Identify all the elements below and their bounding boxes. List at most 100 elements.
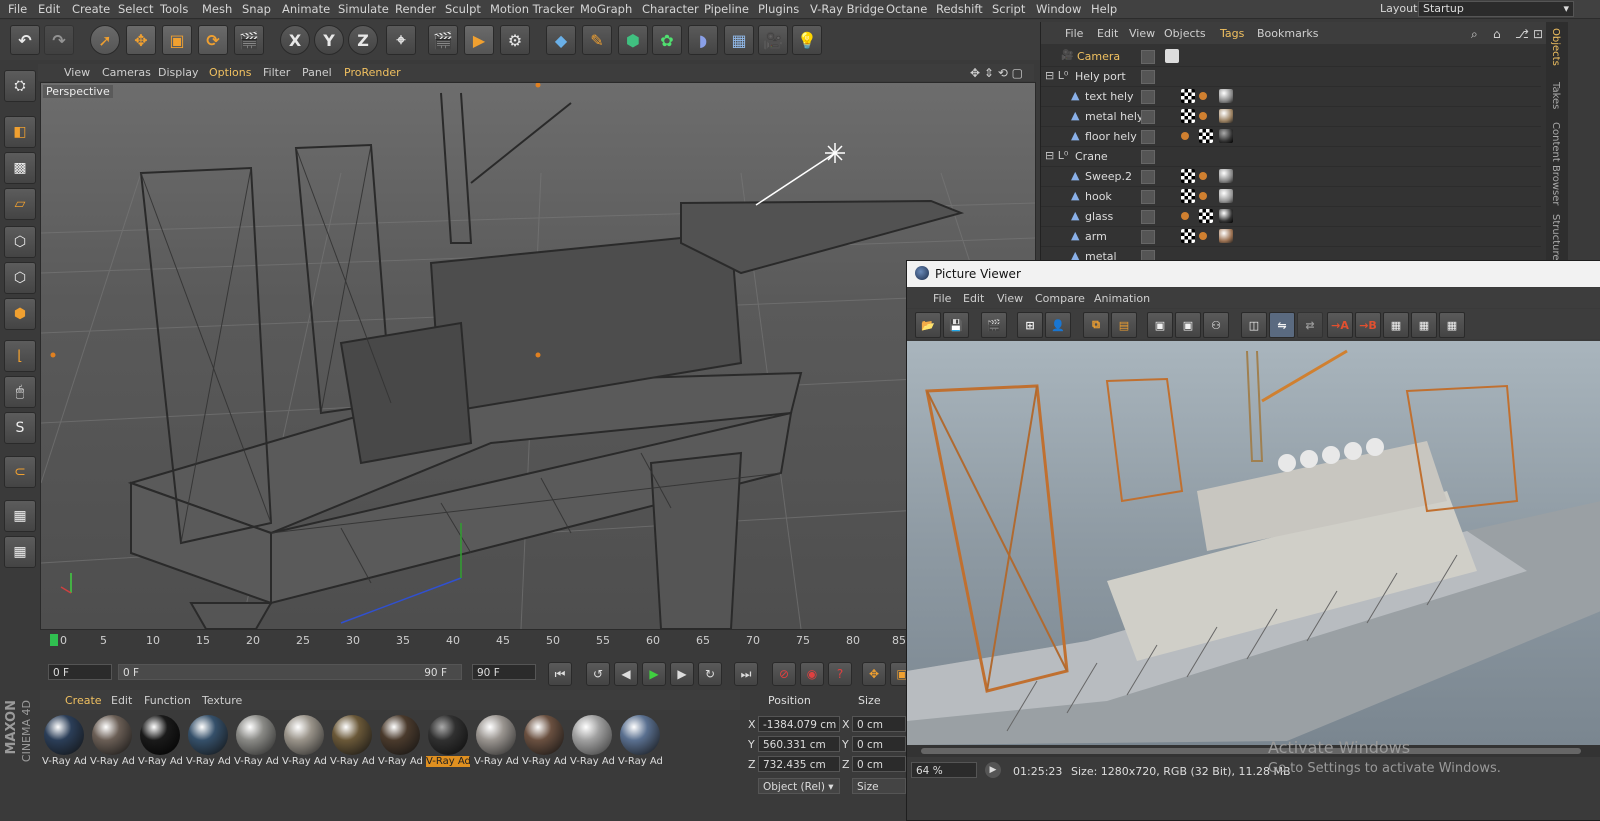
record-keys-icon[interactable]: ⊘	[772, 662, 796, 686]
om-menu-tags[interactable]: Tags	[1220, 27, 1244, 40]
make-editable-icon[interactable]: ⛭	[4, 70, 36, 102]
z-size-field[interactable]: 0 cm	[852, 756, 906, 772]
material-swatch[interactable]: V-Ray Ad	[570, 714, 614, 774]
object-row[interactable]: Sweep.2 ▲	[1041, 167, 1541, 187]
phong-tag-icon[interactable]	[1181, 212, 1189, 220]
region-icon[interactable]: ▣	[1147, 312, 1173, 338]
grid-view-icon[interactable]: ▦	[1383, 312, 1409, 338]
vp-menu-filter[interactable]: Filter	[263, 66, 290, 79]
texture-tag-icon[interactable]	[1181, 109, 1195, 123]
world-coords-icon[interactable]: ⌖	[386, 25, 416, 55]
render-settings-icon[interactable]: ⚙	[500, 25, 530, 55]
material-swatch[interactable]: V-Ray Ad	[42, 714, 86, 774]
3d-viewport[interactable]: Perspective	[40, 82, 1036, 630]
menu-help[interactable]: Help	[1091, 2, 1117, 16]
rendered-image[interactable]	[907, 341, 1600, 745]
object-row[interactable]: Camera 🎥	[1041, 47, 1541, 67]
channels-icon[interactable]: ⚇	[1203, 312, 1229, 338]
coord-mode-select[interactable]: Object (Rel) ▾	[758, 778, 840, 794]
menu-sculpt[interactable]: Sculpt	[445, 2, 481, 16]
object-row[interactable]: floor hely ▲	[1041, 127, 1541, 147]
pen-icon[interactable]: ✎	[582, 25, 612, 55]
phong-tag-icon[interactable]	[1199, 172, 1207, 180]
menu-edit[interactable]: Edit	[38, 2, 60, 16]
phong-tag-icon[interactable]	[1199, 192, 1207, 200]
menu-vray-bridge[interactable]: V-Ray Bridge	[810, 2, 884, 16]
auto-key-icon[interactable]: ◉	[800, 662, 824, 686]
points-mode-icon[interactable]: ⬡	[4, 226, 36, 258]
visibility-toggle[interactable]	[1141, 90, 1155, 104]
go-to-start-icon[interactable]: ⏮	[548, 662, 572, 686]
visibility-toggle[interactable]	[1141, 130, 1155, 144]
mat-menu-function[interactable]: Function	[144, 694, 191, 707]
vp-menu-display[interactable]: Display	[158, 66, 199, 79]
go-to-end-icon[interactable]: ⏭	[734, 662, 758, 686]
playhead-marker[interactable]	[50, 634, 58, 646]
axis-mode-icon[interactable]: ⌊	[4, 340, 36, 372]
workplane-icon[interactable]: ▱	[4, 188, 36, 220]
visibility-toggle[interactable]	[1141, 150, 1155, 164]
x-size-field[interactable]: 0 cm	[852, 716, 906, 732]
layout-select[interactable]: Startup ▾	[1418, 1, 1574, 17]
bookmark-icon[interactable]: ⎇	[1515, 27, 1529, 41]
picture-viewer-titlebar[interactable]: Picture Viewer	[907, 261, 1600, 287]
set-b-button[interactable]: → B	[1355, 312, 1381, 338]
mat-menu-texture[interactable]: Texture	[202, 694, 242, 707]
visibility-toggle[interactable]	[1141, 190, 1155, 204]
prev-key-icon[interactable]: ↺	[586, 662, 610, 686]
current-frame-field[interactable]: 0 F	[48, 664, 112, 680]
pv-menu-file[interactable]: File	[933, 292, 951, 305]
visibility-toggle[interactable]	[1141, 170, 1155, 184]
tweak-mode-icon[interactable]: 🖱	[4, 376, 36, 408]
object-row[interactable]: Hely port ⊟ L⁰	[1041, 67, 1541, 87]
edges-mode-icon[interactable]: ⬡	[4, 262, 36, 294]
redo-icon[interactable]: ↷	[44, 25, 74, 55]
zoom-field[interactable]: 64 %	[911, 762, 977, 778]
x-axis-button[interactable]: X	[280, 25, 310, 55]
play-icon[interactable]: ▶	[642, 662, 666, 686]
mat-menu-edit[interactable]: Edit	[111, 694, 132, 707]
x-position-field[interactable]: -1384.079 cm	[758, 716, 840, 732]
vp-menu-prorender[interactable]: ProRender	[344, 66, 401, 79]
menu-animate[interactable]: Animate	[282, 2, 330, 16]
vp-menu-cameras[interactable]: Cameras	[102, 66, 151, 79]
side-tab-structure[interactable]: Structure	[1550, 214, 1561, 261]
menu-mesh[interactable]: Mesh	[202, 2, 232, 16]
size-mode-select[interactable]: Size	[852, 778, 906, 794]
object-row[interactable]: Crane ⊟ L⁰	[1041, 147, 1541, 167]
render-view-icon[interactable]: 🎬	[428, 25, 458, 55]
cube-icon[interactable]: ◆	[546, 25, 576, 55]
pv-menu-animation[interactable]: Animation	[1094, 292, 1150, 305]
rotate-tool-icon[interactable]: ⟳	[198, 25, 228, 55]
pv-menu-view[interactable]: View	[997, 292, 1023, 305]
y-position-field[interactable]: 560.331 cm	[758, 736, 840, 752]
scale-tool-icon[interactable]: ▣	[162, 25, 192, 55]
save-icon[interactable]: 💾	[943, 312, 969, 338]
prev-frame-icon[interactable]: ◀	[614, 662, 638, 686]
material-swatch[interactable]: V-Ray Ad	[378, 714, 422, 774]
om-menu-objects[interactable]: Objects	[1164, 27, 1206, 40]
light-icon[interactable]: 💡	[792, 25, 822, 55]
menu-render[interactable]: Render	[395, 2, 436, 16]
side-tab-objects[interactable]: Objects	[1550, 28, 1561, 66]
cloner-icon[interactable]: ✿	[652, 25, 682, 55]
visibility-toggle[interactable]	[1141, 210, 1155, 224]
object-row[interactable]: glass ▲	[1041, 207, 1541, 227]
timeline-ruler[interactable]: 0 5 10 15 20 25 30 35 40 45 50 55 60 65 …	[40, 630, 906, 650]
next-key-icon[interactable]: ↻	[698, 662, 722, 686]
material-swatch-selected[interactable]: V-Ray Ad	[426, 714, 470, 774]
z-axis-button[interactable]: Z	[348, 25, 378, 55]
phong-tag-icon[interactable]	[1181, 132, 1189, 140]
open-icon[interactable]: 📂	[915, 312, 941, 338]
planar-workplane-icon[interactable]: ▦	[4, 536, 36, 568]
menu-character[interactable]: Character	[642, 2, 699, 16]
object-row[interactable]: arm ▲	[1041, 227, 1541, 247]
floor-icon[interactable]: ▦	[724, 25, 754, 55]
menu-motion-tracker[interactable]: Motion Tracker	[490, 2, 574, 16]
object-row[interactable]: text hely ▲	[1041, 87, 1541, 107]
menu-redshift[interactable]: Redshift	[936, 2, 983, 16]
recent-tools-icon[interactable]: 🎬	[234, 25, 264, 55]
end-frame-field[interactable]: 90 F	[472, 664, 536, 680]
texture-tag-icon[interactable]	[1181, 229, 1195, 243]
z-position-field[interactable]: 732.435 cm	[758, 756, 840, 772]
